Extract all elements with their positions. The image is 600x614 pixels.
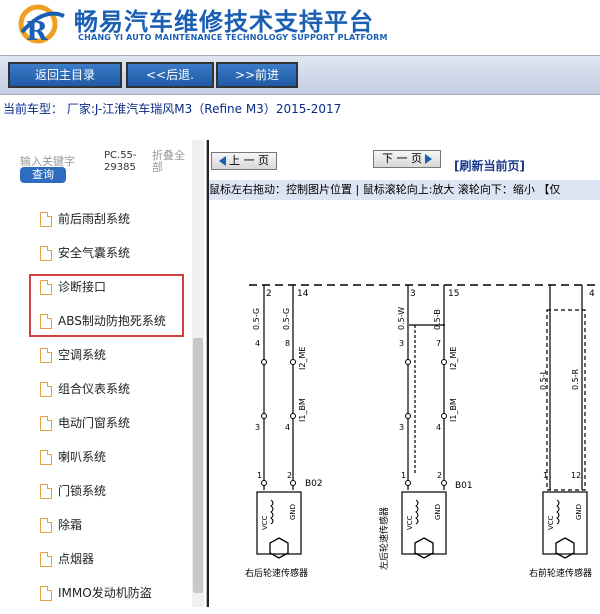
connector-code: I2_ME bbox=[298, 347, 307, 370]
wire-label: 0.5-B bbox=[433, 309, 442, 330]
collapse-all-link[interactable]: 折叠全部 bbox=[152, 150, 192, 174]
wire-label: 0.5-G bbox=[282, 308, 291, 330]
document-icon bbox=[40, 586, 52, 601]
pin-label: 2 bbox=[287, 471, 292, 480]
wire-label: 0.5-W bbox=[397, 307, 406, 330]
connector-pin: 8 bbox=[285, 339, 290, 348]
tree-item-windows[interactable]: 电动门窗系统 bbox=[40, 414, 130, 444]
nav-bar: 返回主目录 <<后退. >>前进 bbox=[0, 55, 600, 95]
prev-page-button[interactable]: 上 一 页 bbox=[211, 152, 277, 170]
connector-pin: 4 bbox=[285, 423, 290, 432]
wire-label: 0.5-G bbox=[252, 308, 261, 330]
connector-code: I1_BM bbox=[449, 398, 458, 422]
refresh-link[interactable]: [刷新当前页] bbox=[454, 157, 525, 174]
pin-label: 1 bbox=[543, 471, 548, 480]
platform-subtitle: CHANG YI AUTO MAINTENANCE TECHNOLOGY SUP… bbox=[78, 33, 388, 42]
pin-label: VCC bbox=[261, 515, 269, 530]
pin-label: 4 bbox=[589, 289, 595, 299]
pin-label: 2 bbox=[266, 289, 272, 299]
pin-label: 3 bbox=[410, 289, 416, 299]
connector-code: I1_BM bbox=[298, 398, 307, 422]
document-icon bbox=[40, 382, 52, 397]
arrow-left-icon bbox=[219, 156, 226, 166]
pin-label: 1 bbox=[257, 471, 262, 480]
document-icon bbox=[40, 416, 52, 431]
document-icon bbox=[40, 246, 52, 261]
connector-pin: 3 bbox=[399, 339, 404, 348]
pin-label: VCC bbox=[406, 515, 414, 530]
arrow-right-icon bbox=[425, 154, 432, 164]
connector-pin: 3 bbox=[255, 423, 260, 432]
wire-label: 0.5-L bbox=[539, 369, 548, 390]
model-code: PC.55-29385 bbox=[104, 150, 137, 173]
logo-icon: R bbox=[18, 4, 65, 47]
document-icon bbox=[40, 450, 52, 465]
next-page-button[interactable]: 下 一 页 bbox=[373, 150, 441, 168]
wire-label: 0.5-R bbox=[571, 368, 580, 390]
pin-label: GND bbox=[434, 504, 442, 520]
document-icon bbox=[40, 552, 52, 567]
back-button[interactable]: <<后退. bbox=[126, 62, 214, 88]
pin-label: 14 bbox=[297, 289, 309, 299]
tree-item-immo[interactable]: IMMO发动机防盗 bbox=[40, 584, 152, 614]
home-button[interactable]: 返回主目录 bbox=[8, 62, 122, 88]
search-button[interactable]: 查询 bbox=[20, 167, 66, 183]
pin-label: 15 bbox=[448, 289, 459, 299]
pin-label: GND bbox=[575, 504, 583, 520]
sensor-name: 右前轮速传感器 bbox=[529, 567, 592, 579]
pin-label: 2 bbox=[437, 471, 442, 480]
selection-highlight bbox=[29, 274, 184, 337]
tree-item-wiper[interactable]: 前后雨刮系统 bbox=[40, 210, 130, 240]
connector-pin: 7 bbox=[436, 339, 441, 348]
left-scrollbar-thumb[interactable] bbox=[193, 338, 203, 593]
document-icon bbox=[40, 484, 52, 499]
hint-bar: 鼠标左右拖动：控制图片位置 | 鼠标滚轮向上:放大 滚轮向下：缩小 【仅 bbox=[209, 180, 600, 200]
tree-item-lighter[interactable]: 点烟器 bbox=[40, 550, 94, 580]
sensor-name: 左后轮速传感器 bbox=[378, 507, 390, 570]
connector-pin: 4 bbox=[436, 423, 441, 432]
header: R 畅易汽车维修技术支持平台 CHANG YI AUTO MAINTENANCE… bbox=[0, 0, 600, 55]
document-icon bbox=[40, 348, 52, 363]
wiring-diagram[interactable]: 2 14 3 15 4 0.5-G 0.5-G 0.5-W 0.5-B 0.5-… bbox=[209, 200, 600, 607]
pin-label: VCC bbox=[547, 515, 555, 530]
svg-text:R: R bbox=[26, 17, 48, 47]
tree-item-defrost[interactable]: 除霜 bbox=[40, 516, 82, 546]
current-vehicle: 当前车型： 厂家:J-江淮汽车瑞风M3（Refine M3）2015-2017 bbox=[3, 102, 342, 116]
forward-button[interactable]: >>前进 bbox=[216, 62, 298, 88]
tree-item-ac[interactable]: 空调系统 bbox=[40, 346, 106, 376]
pin-label: 1 bbox=[401, 471, 406, 480]
connector-pin: 4 bbox=[255, 339, 260, 348]
sensor-name: 右后轮速传感器 bbox=[245, 567, 308, 579]
platform-title: 畅易汽车维修技术支持平台 bbox=[74, 8, 374, 36]
document-icon bbox=[40, 518, 52, 533]
connector-pin: 3 bbox=[399, 423, 404, 432]
document-icon bbox=[40, 212, 52, 227]
sensor-code: B01 bbox=[455, 481, 473, 491]
pin-label: 12 bbox=[571, 471, 581, 480]
pin-label: GND bbox=[289, 504, 297, 520]
tree-item-horn[interactable]: 喇叭系统 bbox=[40, 448, 106, 478]
tree-item-door-lock[interactable]: 门锁系统 bbox=[40, 482, 106, 512]
tree-item-instrument[interactable]: 组合仪表系统 bbox=[40, 380, 130, 410]
connector-code: I2_ME bbox=[449, 347, 458, 370]
tree-item-airbag[interactable]: 安全气囊系统 bbox=[40, 244, 130, 274]
sensor-code: B02 bbox=[305, 479, 323, 489]
